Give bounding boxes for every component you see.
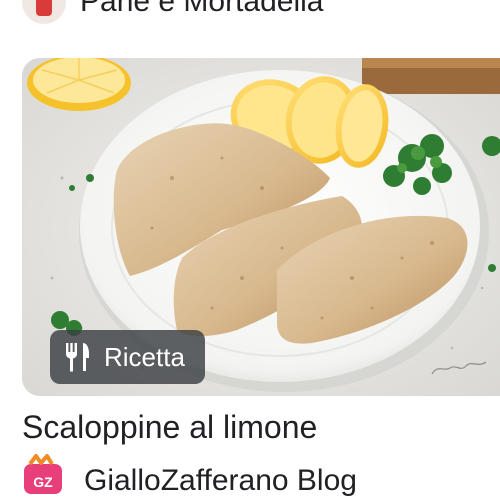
svg-text:GZ: GZ xyxy=(33,474,53,490)
result-source[interactable]: GZ GialloZafferano Blog xyxy=(22,452,357,496)
source-avatar xyxy=(22,0,66,24)
previous-source-name: Pane e Mortadella xyxy=(80,0,324,18)
fork-knife-icon xyxy=(66,343,89,372)
recipe-badge: Ricetta xyxy=(50,330,205,384)
result-title[interactable]: Scaloppine al limone xyxy=(22,407,317,447)
previous-result-source[interactable]: Pane e Mortadella xyxy=(22,0,324,24)
source-name: GialloZafferano Blog xyxy=(84,464,357,496)
giallozafferano-logo: GZ xyxy=(22,454,66,494)
badge-label: Ricetta xyxy=(104,342,185,372)
